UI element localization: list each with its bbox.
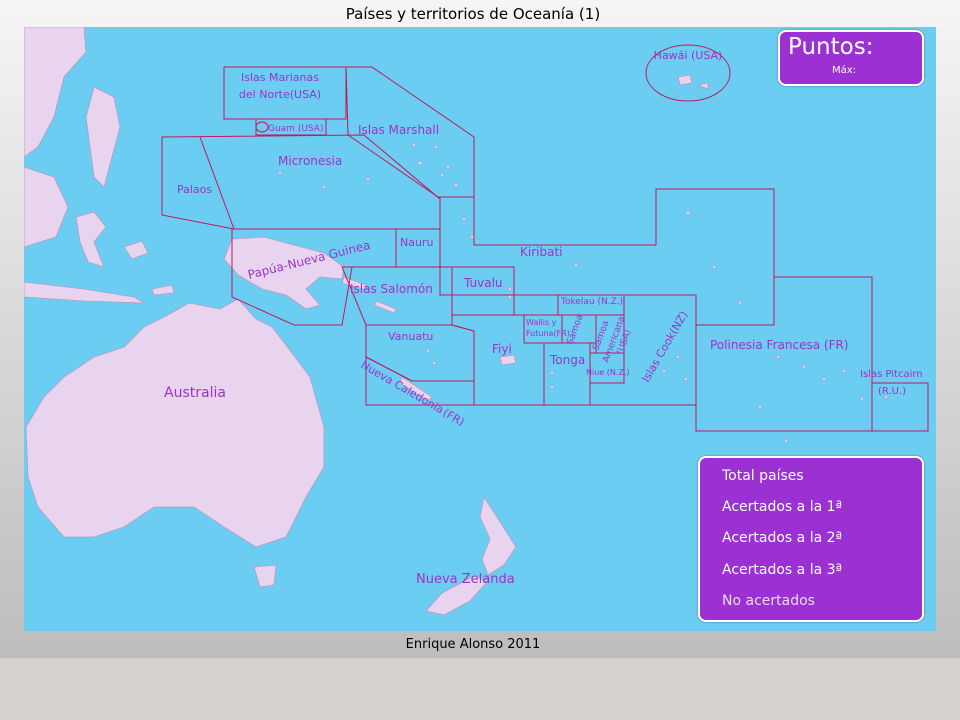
page-title: Países y territorios de Oceanía (1) [345,5,601,23]
philippines-land [85,86,121,188]
java-land [24,281,146,304]
label-australia: Australia [164,385,226,401]
label-hawaii: Hawái (USA) [654,49,723,62]
label-tonga: Tonga [549,353,585,367]
guam-marker[interactable] [255,121,269,133]
label-tokelau: Tokelau (N.Z.) [560,297,623,307]
label-pitcairn-1: Islas Pitcairn [860,369,923,380]
label-marshall: Islas Marshall [358,123,439,137]
nz-north-land[interactable] [479,495,517,576]
small-islands-land [123,240,175,296]
label-niue: Niue (N.Z.) [586,368,630,377]
label-tuvalu: Tuvalu [463,276,503,290]
australia-land[interactable] [25,298,325,548]
points-label: Puntos: [788,34,874,60]
stat-first: Acertados a la 1ª [722,499,843,515]
label-nueva-zelanda: Nueva Zelanda [416,572,515,587]
max-label: Máx: [832,65,857,76]
label-marianas-2: del Norte(USA) [239,88,321,101]
tasmania-land [253,564,277,588]
label-wallis-2: Futuna(FR) [526,329,570,338]
polinesia-region[interactable] [695,276,873,432]
label-caledonia-2: (FR) [441,406,467,429]
label-nauru: Nauru [400,236,433,249]
salomon-region[interactable] [341,266,453,326]
fiji-land[interactable] [499,354,517,366]
stat-third: Acertados a la 3ª [722,562,843,578]
footer-credit: Enrique Alonso 2011 [405,637,541,652]
stat-total: Total países [722,468,804,484]
borneo-land [24,166,69,248]
label-pitcairn-2: (R.U.) [878,386,906,397]
label-guam: Guam (USA) [268,124,323,134]
label-caledonia-1: Nueva Caledonia [359,358,446,416]
score-panel: Puntos: Máx: [778,30,924,86]
label-kiribati: Kiribati [520,245,562,259]
label-marianas-1: Islas Marianas [241,71,319,84]
label-vanuatu: Vanuatu [388,330,433,343]
label-micronesia: Micronesia [278,154,342,168]
label-fiyi: Fiyi [492,342,512,356]
label-palaos: Palaos [177,183,212,196]
micronesia-region[interactable] [161,134,441,230]
stats-panel: Total países Acertados a la 1ª Acertados… [698,456,924,622]
hawaii-land[interactable] [677,74,709,90]
tuvalu-region[interactable] [451,266,515,316]
sulawesi-land [75,211,107,268]
stat-second: Acertados a la 2ª [722,530,843,546]
label-wallis-1: Wallis y [526,318,557,327]
label-cook: Islas Cook(NZ) [639,309,690,385]
asia-land [24,27,87,158]
stat-missed: No acertados [722,593,815,609]
label-salomon: Islas Salomón [350,282,433,296]
label-polinesia: Polinesia Francesa (FR) [710,338,849,352]
